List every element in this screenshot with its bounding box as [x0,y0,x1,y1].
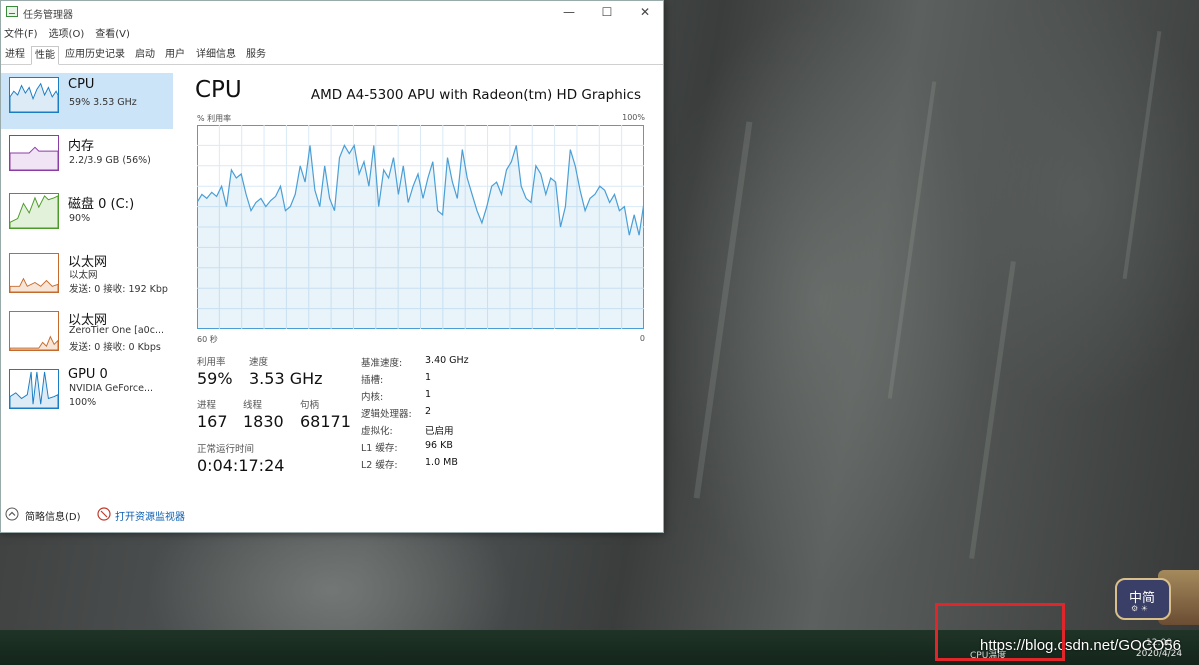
speed-label: 速度 [249,357,269,368]
sidebar-item-disk[interactable]: 磁盘 0 (C:) 90% [1,189,173,245]
tab-bar: 进程 性能 应用历史记录 启动 用户 详细信息 服务 [1,44,663,65]
spec-value: 2 [425,406,432,417]
cpu-performance-panel: CPU AMD A4-5300 APU with Radeon(tm) HD G… [191,71,651,491]
sidebar-memory-name: 内存 [68,139,95,154]
sidebar-ethernet-1-adapter: 以太网 [69,270,98,281]
sidebar-disk-name: 磁盘 0 (C:) [68,197,135,212]
spec-label: 虚拟化: [361,426,393,437]
handles-value: 68171 [300,412,351,431]
handles-label: 句柄 [300,400,320,411]
gpu-mini-graph [9,369,59,409]
spec-value: 已启用 [425,426,454,437]
sidebar-ethernet-2-adapter: ZeroTier One [a0c... [69,325,164,336]
threads-label: 线程 [243,400,263,411]
close-button[interactable]: ✕ [627,2,663,22]
uptime-label: 正常运行时间 [197,444,255,455]
speed-value: 3.53 GHz [249,369,323,388]
spec-label: L1 缓存: [361,443,398,454]
menu-view[interactable]: 查看(V) [95,25,130,40]
page-title: CPU [195,77,242,103]
sidebar-gpu-model: NVIDIA GeForce... [69,383,154,394]
highlight-box [935,603,1065,661]
sidebar-ethernet-1-throughput: 发送: 0 接收: 192 Kbp [69,284,168,295]
ime-status-widget[interactable]: 中简 ⚙ ☀ [1115,578,1171,620]
spec-label: 逻辑处理器: [361,409,412,420]
axis-label-time-window: 60 秒 [197,335,218,344]
ethernet-mini-graph [9,253,59,293]
maximize-button[interactable]: ☐ [589,2,625,22]
axis-label-utilization: % 利用率 [197,114,232,123]
tab-processes[interactable]: 进程 [3,46,27,63]
usage-label: 利用率 [197,357,226,368]
sidebar-cpu-value: 59% 3.53 GHz [69,97,137,108]
memory-mini-graph [9,135,59,171]
spec-value: 3.40 GHz [425,355,469,366]
resource-monitor-icon [97,507,111,521]
threads-value: 1830 [243,412,284,431]
tab-app-history[interactable]: 应用历史记录 [62,46,128,63]
spec-label: 内核: [361,392,384,403]
task-manager-window: 任务管理器 — ☐ ✕ 文件(F) 选项(O) 查看(V) 进程 性能 应用历史记录… [0,0,664,533]
cpu-model-name: AMD A4-5300 APU with Radeon(tm) HD Graph… [310,87,641,103]
spec-value: 1 [425,389,432,400]
menu-bar: 文件(F) 选项(O) 查看(V) [1,25,138,41]
tab-users[interactable]: 用户 [162,46,188,63]
tab-performance[interactable]: 性能 [31,46,59,65]
sidebar-item-gpu[interactable]: GPU 0 NVIDIA GeForce... 100% [1,363,173,419]
fewer-details-button[interactable]: 简略信息(D) [25,508,81,523]
spec-value: 1 [425,372,432,383]
tab-details[interactable]: 详细信息 [192,46,240,63]
rock-streak [969,261,1016,559]
task-manager-icon [6,6,18,17]
tab-services[interactable]: 服务 [242,46,270,63]
chevron-up-circle-icon[interactable] [5,507,19,521]
sidebar-gpu-value: 100% [69,397,97,408]
rock-streak [887,81,937,399]
tab-startup[interactable]: 启动 [132,46,158,63]
spec-label: 插槽: [361,375,384,386]
ethernet-2-mini-graph [9,311,59,351]
processes-value: 167 [197,412,228,431]
rock-streak [1122,30,1162,280]
sidebar-cpu-name: CPU [68,77,95,92]
sidebar-item-cpu[interactable]: CPU 59% 3.53 GHz [1,73,173,129]
spec-value: 1.0 MB [425,457,458,468]
menu-file[interactable]: 文件(F) [4,25,38,40]
sidebar-disk-value: 90% [69,213,91,224]
sidebar-item-ethernet-2[interactable]: 以太网 ZeroTier One [a0c... 发送: 0 接收: 0 Kbp… [1,305,173,361]
ime-sub-icons: ⚙ ☀ [1131,604,1148,613]
menu-options[interactable]: 选项(O) [49,25,85,40]
minimize-button[interactable]: — [551,2,587,22]
rock-streak [693,121,753,499]
processes-label: 进程 [197,400,217,411]
axis-label-now: 0 [639,334,645,343]
spec-value: 96 KB [425,440,453,451]
cpu-usage-graph [197,125,644,329]
window-title: 任务管理器 [23,10,73,21]
cpu-mini-graph [9,77,59,113]
spec-label: L2 缓存: [361,460,398,471]
sidebar-ethernet-2-throughput: 发送: 0 接收: 0 Kbps [69,342,161,353]
title-bar[interactable]: 任务管理器 — ☐ ✕ [1,1,663,23]
resource-sidebar: CPU 59% 3.53 GHz 内存 2.2/3.9 GB (56%) 磁盘 … [1,71,173,409]
footer-bar: 简略信息(D) 打开资源监视器 [1,504,663,524]
usage-value: 59% [197,369,233,388]
axis-label-max: 100% [622,113,645,122]
sidebar-gpu-name: GPU 0 [68,367,108,382]
sidebar-memory-value: 2.2/3.9 GB (56%) [69,155,151,166]
sidebar-item-ethernet-1[interactable]: 以太网 以太网 发送: 0 接收: 192 Kbp [1,247,173,303]
uptime-value: 0:04:17:24 [197,456,285,475]
disk-mini-graph [9,193,59,229]
spec-label: 基准速度: [361,358,403,369]
open-resource-monitor-link[interactable]: 打开资源监视器 [115,508,185,523]
sidebar-item-memory[interactable]: 内存 2.2/3.9 GB (56%) [1,131,173,187]
